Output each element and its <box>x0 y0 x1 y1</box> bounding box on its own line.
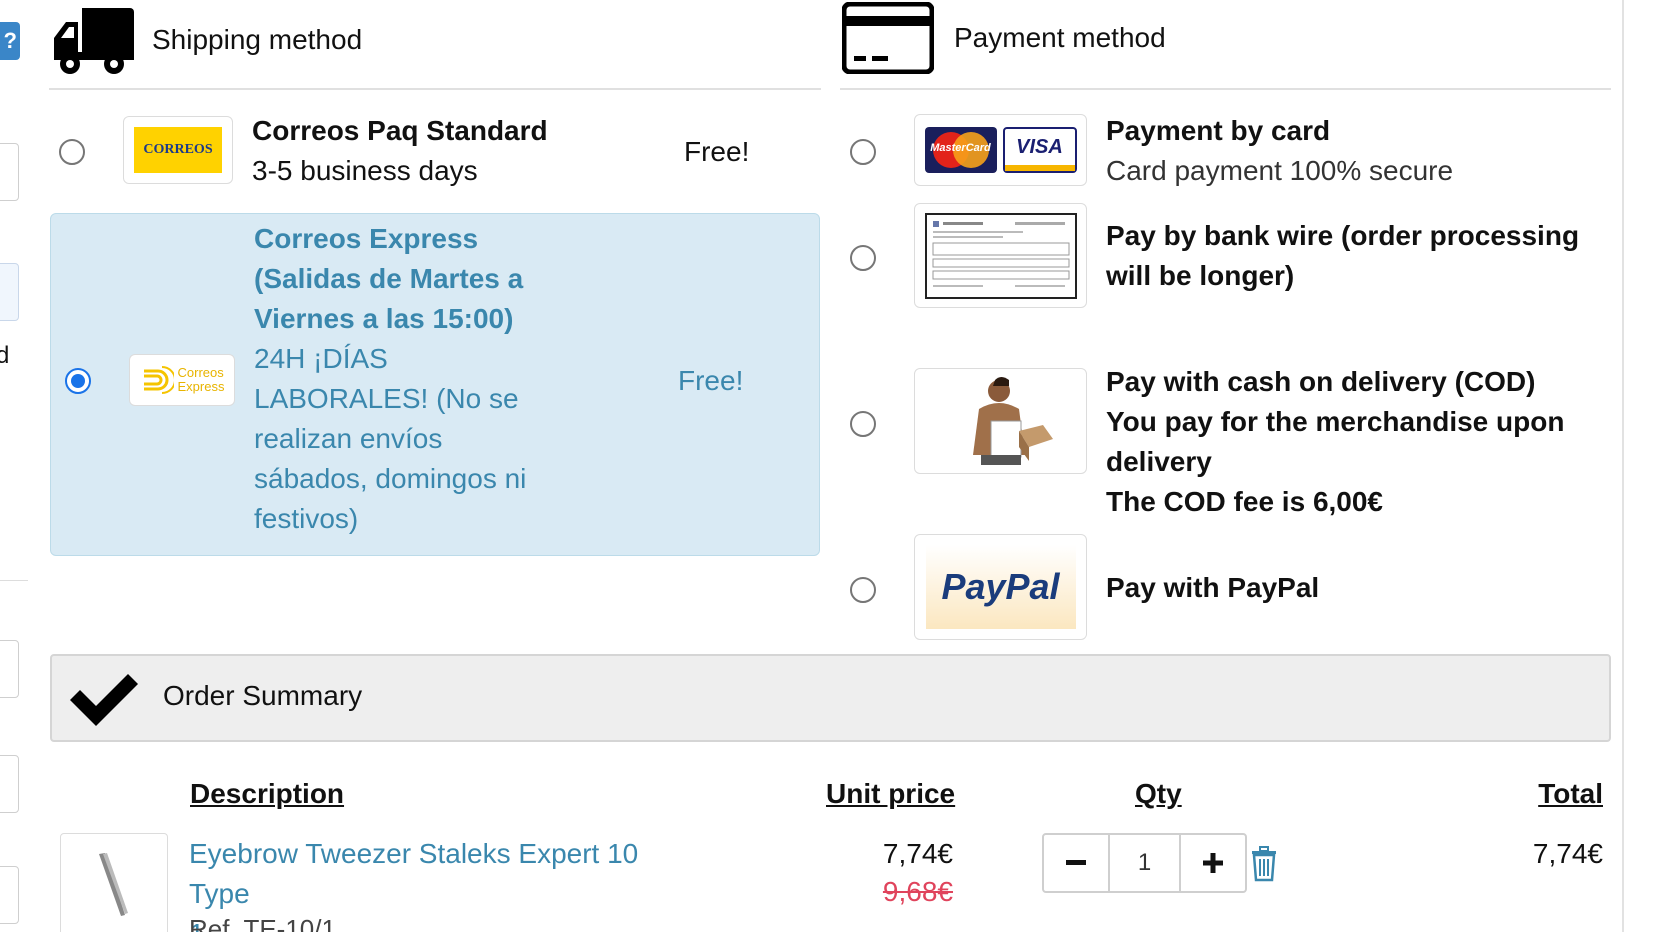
old-price: 9,68€ <box>882 876 953 907</box>
payment-radio-bank-wire[interactable] <box>850 245 876 271</box>
divider <box>0 580 28 581</box>
payment-option-title-line: Pay by bank wire (order processing <box>1106 220 1580 251</box>
payment-option-subtitle: Card payment 100% secure <box>1106 155 1454 186</box>
correos-logo-text: CORREOS <box>134 127 222 173</box>
delivery-person-icon <box>972 377 1053 465</box>
visa-logo: VISA <box>1002 127 1077 173</box>
column-header-qty[interactable]: Qty <box>1135 778 1182 810</box>
quantity-input[interactable]: 1 <box>1108 835 1181 891</box>
column-header-description[interactable]: Description <box>190 778 344 810</box>
unit-price: 7,74€ <box>882 838 953 869</box>
payment-option-title: Payment by card <box>1106 115 1331 146</box>
panel-border <box>1622 0 1624 932</box>
product-thumbnail[interactable] <box>60 833 168 932</box>
shipping-option-delay-line: festivos) <box>254 503 359 534</box>
payment-title: Payment method <box>954 22 1166 53</box>
shipping-option-delay-line: sábados, domingos ni <box>254 463 527 494</box>
edge-input-field[interactable] <box>0 640 19 698</box>
column-header-unit-price[interactable]: Unit price <box>826 778 955 810</box>
help-button[interactable]: ? <box>0 22 20 60</box>
edge-input-field[interactable] <box>0 263 19 321</box>
shipping-option-price: Free! <box>678 365 744 396</box>
paypal-logo-box: PayPal <box>925 545 1076 629</box>
correos-logo: CORREOS <box>123 116 233 184</box>
truck-icon <box>54 8 134 74</box>
order-summary-title: Order Summary <box>163 680 363 711</box>
edge-input-field[interactable] <box>0 755 19 813</box>
payment-option-title-line: The COD fee is 6,00€ <box>1106 486 1384 517</box>
edge-text: d <box>0 342 10 369</box>
payment-option-title-line: will be longer) <box>1106 260 1295 291</box>
bank-document-icon <box>924 212 1077 299</box>
shipping-option-name: Correos Express (Salidas de Martes a Vie… <box>254 219 523 339</box>
payment-option-title-line: You pay for the merchandise upon <box>1106 406 1565 437</box>
shipping-option-price: Free! <box>684 136 750 167</box>
correos-express-logo-line: Correos <box>177 365 224 380</box>
shipping-option-name: Correos Paq Standard <box>252 115 548 146</box>
paypal-logo: PayPal <box>914 534 1087 640</box>
line-total: 7,74€ <box>1532 838 1603 869</box>
trash-icon[interactable] <box>1250 846 1278 882</box>
plus-icon <box>1203 853 1223 873</box>
mastercard-logo-text: MasterCard <box>930 142 991 154</box>
shipping-option-name-line: Viernes a las 15:00) <box>254 303 514 334</box>
shipping-option-delay: 3-5 business days <box>252 155 478 186</box>
shipping-option-delay: 24H ¡DÍAS LABORALES! (No se realizan env… <box>254 339 526 539</box>
mastercard-logo: MasterCard <box>924 127 997 173</box>
payment-radio-paypal[interactable] <box>850 577 876 603</box>
credit-card-icon <box>842 2 934 74</box>
cod-image <box>914 368 1087 474</box>
shipping-radio-correos-express[interactable] <box>65 368 91 394</box>
product-reference: Ref. TE-10/1 <box>189 914 336 932</box>
paypal-logo-text: PayPal <box>941 566 1060 607</box>
shipping-title: Shipping method <box>152 24 363 55</box>
shipping-header: Shipping method <box>52 4 362 76</box>
left-panel-edge: ? d <box>0 0 30 932</box>
decrease-quantity-button[interactable] <box>1044 835 1108 891</box>
minus-icon <box>1066 860 1086 865</box>
shipping-option-delay-line: realizan envíos <box>254 423 443 454</box>
checkmark-icon <box>70 674 138 726</box>
payment-option-title: Pay by bank wire (order processing will … <box>1106 216 1579 296</box>
bank-wire-image <box>914 203 1087 308</box>
payment-option-title-line: Pay with cash on delivery (COD) <box>1106 366 1536 397</box>
payment-radio-card[interactable] <box>850 139 876 165</box>
tweezer-icon <box>99 853 128 916</box>
correos-express-emblem-icon <box>143 366 174 394</box>
divider <box>49 88 821 90</box>
payment-radio-cod[interactable] <box>850 411 876 437</box>
quantity-stepper: 1 <box>1042 833 1247 893</box>
shipping-radio-correos-paq[interactable] <box>59 139 85 165</box>
shipping-option-delay-line: 24H ¡DÍAS <box>254 343 388 374</box>
payment-option-title-line: delivery <box>1106 446 1212 477</box>
product-name-line: Eyebrow Tweezer Staleks Expert 10 Type <box>189 838 639 909</box>
shipping-option-name-line: (Salidas de Martes a <box>254 263 524 294</box>
card-logos: MasterCard VISA <box>914 114 1087 186</box>
shipping-option-name-line: Correos Express <box>254 223 479 254</box>
increase-quantity-button[interactable] <box>1181 835 1245 891</box>
payment-header: Payment method <box>842 2 1166 74</box>
payment-option-title: Pay with PayPal <box>1106 572 1320 603</box>
correos-express-logo: Correos Express <box>129 354 235 406</box>
column-header-total[interactable]: Total <box>1538 778 1603 810</box>
payment-option-title: Pay with cash on delivery (COD) You pay … <box>1106 362 1564 522</box>
edge-input-field[interactable] <box>0 143 19 201</box>
visa-logo-text: VISA <box>1016 135 1063 158</box>
edge-input-field[interactable] <box>0 866 19 924</box>
correos-express-logo-line: Express <box>177 379 225 394</box>
divider <box>840 88 1611 90</box>
shipping-option-delay-line: LABORALES! (No se <box>254 383 519 414</box>
